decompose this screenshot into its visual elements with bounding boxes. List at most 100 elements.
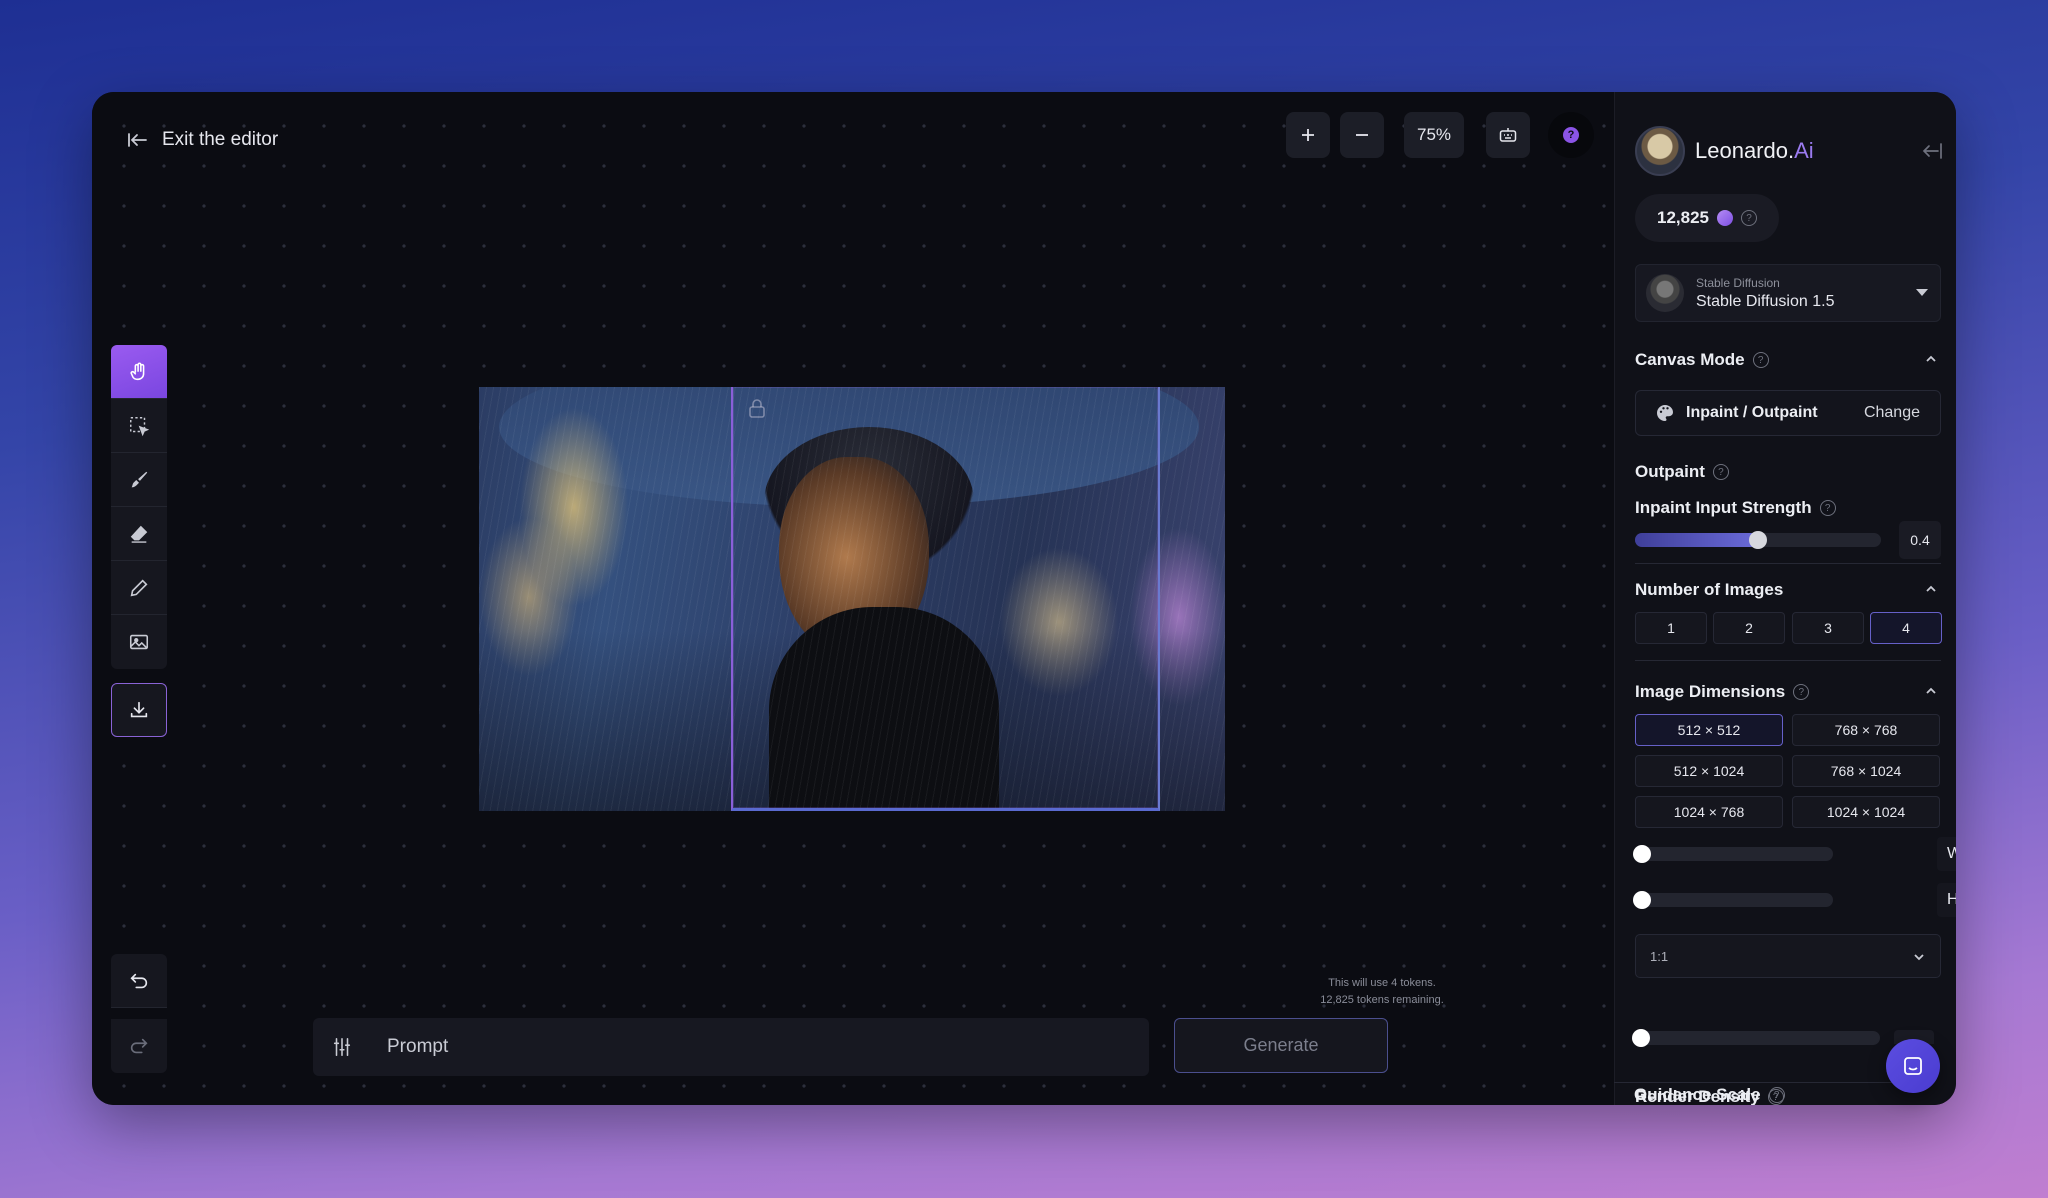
image-count-option[interactable]: 2 (1713, 612, 1785, 644)
minus-icon (1356, 134, 1368, 136)
render-density-slider[interactable] (1632, 1029, 1880, 1047)
arrow-left-icon (128, 133, 147, 147)
chat-icon (1904, 1057, 1922, 1075)
coins-icon (1717, 210, 1733, 226)
help-circle-icon[interactable]: ? (1819, 500, 1836, 516)
undo-icon (130, 973, 148, 988)
zoom-level[interactable]: 75% (1404, 112, 1464, 158)
collapse-sidebar-icon[interactable] (1920, 140, 1944, 167)
redo-icon (130, 1038, 148, 1054)
chevron-up-icon[interactable] (1924, 582, 1938, 596)
settings-sidebar: Leonardo.Ai 12,825 ? Stable Diffusion St… (1614, 92, 1956, 1105)
undo-button[interactable] (111, 954, 167, 1008)
height-slider[interactable] (1633, 891, 1833, 909)
zoom-out-button[interactable] (1340, 112, 1384, 158)
dimension-option[interactable]: 512 × 1024 (1635, 755, 1783, 787)
divider (1635, 660, 1941, 661)
generation-frame[interactable] (731, 387, 1160, 811)
prompt-input[interactable] (371, 1018, 1149, 1076)
model-selector[interactable]: Stable Diffusion Stable Diffusion 1.5 (1635, 264, 1941, 322)
exit-editor-link[interactable]: Exit the editor (126, 128, 278, 152)
download-button[interactable] (111, 683, 167, 737)
keyboard-shortcuts-button[interactable] (1486, 112, 1530, 158)
chat-support-button[interactable] (1886, 1039, 1940, 1093)
image-tool[interactable] (111, 615, 167, 669)
slider-thumb[interactable] (1633, 891, 1651, 909)
canvas[interactable]: Exit the editor 75% ? This will use 4 to… (92, 92, 1614, 1105)
brush-icon (131, 471, 148, 487)
select-icon (130, 416, 150, 436)
question-icon: ? (1563, 127, 1579, 143)
canvas-mode-box: Inpaint / Outpaint Change (1635, 390, 1941, 436)
sliders-icon (333, 1037, 351, 1057)
help-circle-icon[interactable]: ? (1741, 210, 1757, 226)
token-usage-note: This will use 4 tokens. 12,825 tokens re… (1232, 975, 1532, 1009)
brand-name: Leonardo.Ai (1695, 138, 1814, 164)
token-balance[interactable]: 12,825 ? (1635, 194, 1779, 242)
zoom-in-button[interactable] (1286, 112, 1330, 158)
dimension-option[interactable]: 768 × 1024 (1792, 755, 1940, 787)
help-circle-icon[interactable]: ? (1712, 464, 1729, 480)
number-of-images-heading: Number of Images (1635, 580, 1783, 600)
generate-button[interactable]: Generate (1174, 1018, 1388, 1073)
dimension-option-selected[interactable]: 512 × 512 (1635, 714, 1783, 746)
width-label: W (1947, 845, 1956, 863)
token-count: 12,825 (1657, 208, 1709, 227)
pencil-icon (130, 578, 148, 596)
redo-button[interactable] (111, 1019, 167, 1073)
aspect-ratio-select[interactable]: 1:1 (1635, 934, 1941, 978)
chevron-down-icon (1914, 954, 1924, 961)
avatar[interactable] (1635, 126, 1685, 176)
canvas-mode-heading: Canvas Mode ? (1635, 350, 1769, 370)
lock-icon[interactable] (748, 398, 766, 423)
image-dimensions-heading: Image Dimensions ? (1635, 682, 1810, 702)
change-mode-button[interactable]: Change (1864, 404, 1920, 422)
mask-tool[interactable] (111, 453, 167, 507)
help-circle-icon[interactable]: ? (1752, 352, 1769, 368)
model-thumbnail (1646, 274, 1684, 312)
zoom-level-value: 75% (1416, 125, 1452, 144)
dimension-option[interactable]: 1024 × 768 (1635, 796, 1783, 828)
chevron-up-icon[interactable] (1924, 352, 1938, 366)
palette-icon (1657, 405, 1673, 421)
token-usage-line: This will use 4 tokens. (1328, 977, 1436, 989)
divider (1635, 563, 1941, 564)
hand-icon (130, 362, 145, 380)
inpaint-strength-value[interactable]: 0.4 (1899, 521, 1941, 559)
divider (1614, 1082, 1920, 1083)
draw-tool[interactable] (111, 561, 167, 615)
slider-thumb[interactable] (1633, 845, 1651, 863)
guidance-scale-heading: Guidance Scale ? (1634, 1085, 1785, 1105)
select-tool[interactable] (111, 399, 167, 453)
keyboard-icon (1499, 128, 1517, 142)
inpaint-strength-slider[interactable] (1635, 531, 1881, 549)
outpaint-label: Outpaint (1635, 462, 1705, 481)
help-circle-icon[interactable]: ? (1793, 684, 1810, 700)
slider-thumb[interactable] (1749, 531, 1767, 549)
help-button[interactable]: ? (1548, 112, 1594, 158)
dimension-option[interactable]: 768 × 768 (1792, 714, 1940, 746)
tokens-remaining-line: 12,825 tokens remaining. (1320, 994, 1444, 1006)
dimension-option[interactable]: 1024 × 1024 (1792, 796, 1940, 828)
prompt-settings-button[interactable] (313, 1018, 371, 1076)
brand[interactable]: Leonardo.Ai (1635, 126, 1814, 176)
slider-thumb[interactable] (1632, 1029, 1650, 1047)
model-family: Stable Diffusion (1696, 275, 1780, 290)
image-count-option[interactable]: 3 (1792, 612, 1864, 644)
image-count-option[interactable]: 1 (1635, 612, 1707, 644)
image-dimensions-title: Image Dimensions (1635, 682, 1786, 701)
height-label: H (1947, 891, 1956, 909)
pan-tool[interactable] (111, 345, 167, 399)
chevron-up-icon[interactable] (1924, 684, 1938, 698)
erase-tool[interactable] (111, 507, 167, 561)
width-field[interactable]: W 512 px (1937, 837, 1956, 871)
width-slider[interactable] (1633, 845, 1833, 863)
caret-down-icon (1916, 289, 1928, 296)
image-icon (129, 634, 149, 650)
image-count-option-selected[interactable]: 4 (1870, 612, 1942, 644)
slider-fill (1635, 533, 1758, 547)
outpaint-heading: Outpaint ? (1635, 462, 1729, 482)
prompt-bar (313, 1018, 1149, 1076)
height-field[interactable]: H 512 px (1937, 883, 1956, 917)
help-circle-icon[interactable]: ? (1768, 1087, 1785, 1103)
